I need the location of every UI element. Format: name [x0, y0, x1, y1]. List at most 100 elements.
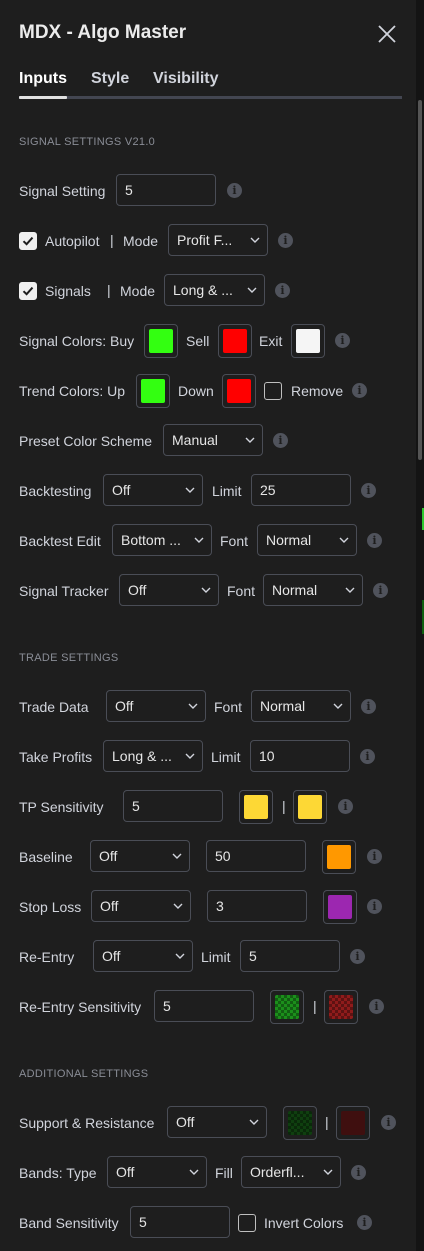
- info-icon[interactable]: i: [275, 283, 290, 298]
- chevron-down-icon: [201, 587, 211, 593]
- sell-label: Sell: [186, 333, 210, 349]
- row-signals: Signals | Mode Long & ... i: [0, 274, 416, 308]
- stop-loss-color-swatch[interactable]: [323, 890, 357, 924]
- row-tp-sensitivity: TP Sensitivity 5 | i: [0, 790, 416, 824]
- signal-tracker-select[interactable]: Off: [119, 574, 219, 606]
- exit-color-swatch[interactable]: [291, 324, 325, 358]
- scrollbar-thumb[interactable]: [418, 100, 422, 460]
- tp-sensitivity-input[interactable]: 5: [123, 790, 223, 822]
- signal-setting-input[interactable]: 5: [116, 174, 216, 206]
- down-color-swatch[interactable]: [222, 374, 256, 408]
- info-icon[interactable]: i: [351, 1165, 366, 1180]
- preset-color-select[interactable]: Manual: [163, 424, 263, 456]
- band-sensitivity-input[interactable]: 5: [130, 1206, 230, 1238]
- buy-color-swatch[interactable]: [144, 324, 178, 358]
- backtest-edit-font-value: Normal: [266, 532, 312, 548]
- tp-color-2-fill: [298, 795, 322, 819]
- info-icon[interactable]: i: [273, 433, 288, 448]
- row-support-resistance: Support & Resistance Off | i: [0, 1106, 416, 1140]
- close-icon[interactable]: [376, 23, 398, 45]
- chevron-down-icon: [185, 753, 195, 759]
- tab-inputs[interactable]: Inputs: [19, 70, 67, 88]
- baseline-select[interactable]: Off: [90, 840, 190, 872]
- take-profits-limit-input[interactable]: 10: [250, 740, 350, 772]
- backtesting-value: Off: [112, 482, 131, 498]
- bands-fill-select[interactable]: Orderfl...: [241, 1156, 341, 1188]
- signal-setting-label: Signal Setting: [19, 183, 106, 199]
- chevron-down-icon: [172, 853, 182, 859]
- info-icon[interactable]: i: [350, 949, 365, 964]
- signals-mode-select[interactable]: Long & ...: [164, 274, 265, 306]
- re-entry-color-separator: |: [313, 998, 317, 1014]
- sell-color-swatch[interactable]: [218, 324, 252, 358]
- info-icon[interactable]: i: [361, 483, 376, 498]
- chevron-down-icon: [339, 537, 349, 543]
- row-re-entry-sensitivity: Re-Entry Sensitivity 5 | i: [0, 990, 416, 1024]
- dialog-title: MDX - Algo Master: [19, 22, 187, 43]
- bands-fill-value: Orderfl...: [250, 1164, 305, 1180]
- re-entry-sensitivity-label: Re-Entry Sensitivity: [19, 999, 142, 1015]
- remove-checkbox[interactable]: [264, 382, 282, 400]
- tab-active-indicator: [19, 96, 67, 99]
- autopilot-mode-label: Mode: [123, 233, 159, 249]
- re-entry-color-1-swatch[interactable]: [270, 990, 304, 1024]
- info-icon[interactable]: i: [357, 1215, 372, 1230]
- sr-color-2-swatch[interactable]: [336, 1106, 370, 1140]
- row-re-entry: Re-Entry Off Limit 5 i: [0, 940, 416, 974]
- take-profits-select[interactable]: Long & ...: [103, 740, 203, 772]
- tp-color-2-swatch[interactable]: [293, 790, 327, 824]
- info-icon[interactable]: i: [227, 183, 242, 198]
- trade-data-select[interactable]: Off: [106, 690, 206, 722]
- trade-data-label: Trade Data: [19, 699, 89, 715]
- chevron-down-icon: [323, 1169, 333, 1175]
- autopilot-mode-select[interactable]: Profit F...: [168, 224, 268, 256]
- backtest-edit-select[interactable]: Bottom ...: [112, 524, 212, 556]
- row-preset-color-scheme: Preset Color Scheme Manual i: [0, 424, 416, 458]
- re-entry-limit-input[interactable]: 5: [240, 940, 340, 972]
- info-icon[interactable]: i: [338, 799, 353, 814]
- stop-loss-input[interactable]: 3: [207, 890, 307, 922]
- sr-color-1-swatch[interactable]: [283, 1106, 317, 1140]
- chevron-down-icon: [189, 1169, 199, 1175]
- info-icon[interactable]: i: [335, 333, 350, 348]
- up-color-swatch[interactable]: [136, 374, 170, 408]
- backtesting-label: Backtesting: [19, 483, 92, 499]
- re-entry-sensitivity-input[interactable]: 5: [154, 990, 254, 1022]
- backtest-edit-label: Backtest Edit: [19, 533, 101, 549]
- backtest-edit-font-select[interactable]: Normal: [257, 524, 357, 556]
- info-icon[interactable]: i: [367, 533, 382, 548]
- bands-type-select[interactable]: Off: [107, 1156, 207, 1188]
- re-entry-select[interactable]: Off: [93, 940, 193, 972]
- trade-data-font-select[interactable]: Normal: [251, 690, 351, 722]
- stop-loss-select[interactable]: Off: [91, 890, 191, 922]
- bands-type-value: Off: [116, 1164, 135, 1180]
- backtesting-select[interactable]: Off: [103, 474, 203, 506]
- signals-mode-label: Mode: [120, 283, 156, 299]
- tab-style[interactable]: Style: [91, 70, 129, 88]
- signals-checkbox[interactable]: [19, 282, 37, 300]
- baseline-length-input[interactable]: 50: [206, 840, 306, 872]
- baseline-color-swatch[interactable]: [322, 840, 356, 874]
- re-entry-color-2-fill: [329, 995, 353, 1019]
- chevron-down-icon: [185, 487, 195, 493]
- autopilot-checkbox[interactable]: [19, 232, 37, 250]
- bands-fill-label: Fill: [215, 1165, 233, 1181]
- signal-tracker-font-select[interactable]: Normal: [263, 574, 363, 606]
- down-label: Down: [178, 383, 214, 399]
- invert-colors-checkbox[interactable]: [238, 1214, 256, 1232]
- info-icon[interactable]: i: [381, 1115, 396, 1130]
- info-icon[interactable]: i: [367, 849, 382, 864]
- info-icon[interactable]: i: [373, 583, 388, 598]
- info-icon[interactable]: i: [352, 383, 367, 398]
- info-icon[interactable]: i: [278, 233, 293, 248]
- info-icon[interactable]: i: [369, 999, 384, 1014]
- row-backtesting: Backtesting Off Limit 25 i: [0, 474, 416, 508]
- info-icon[interactable]: i: [361, 699, 376, 714]
- re-entry-color-2-swatch[interactable]: [324, 990, 358, 1024]
- tab-visibility[interactable]: Visibility: [153, 70, 219, 88]
- backtesting-limit-input[interactable]: 25: [251, 474, 351, 506]
- tp-color-1-swatch[interactable]: [239, 790, 273, 824]
- info-icon[interactable]: i: [360, 749, 375, 764]
- support-resistance-select[interactable]: Off: [167, 1106, 267, 1138]
- info-icon[interactable]: i: [367, 899, 382, 914]
